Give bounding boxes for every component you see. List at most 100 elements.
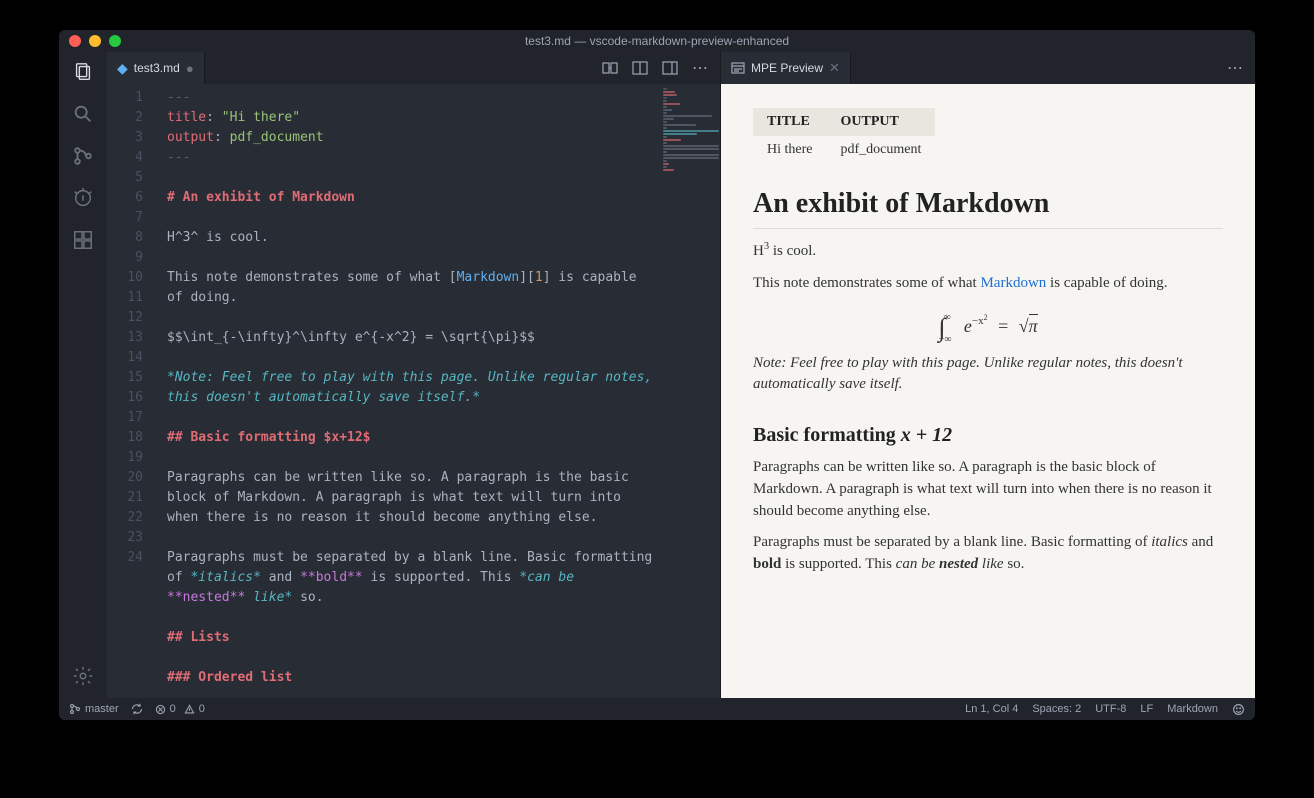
code-line[interactable]: Paragraphs can be written like so. A par… (167, 468, 660, 528)
line-number: 8 (107, 228, 143, 248)
line-number: 4 (107, 148, 143, 168)
code-line[interactable] (167, 608, 660, 628)
open-preview-side-icon[interactable] (632, 60, 648, 76)
line-number: 12 (107, 308, 143, 328)
git-sync-status[interactable] (131, 703, 143, 715)
feedback-icon[interactable] (1232, 703, 1245, 716)
explorer-icon[interactable] (71, 60, 95, 84)
code-line[interactable]: Paragraphs must be separated by a blank … (167, 548, 660, 608)
problems-status[interactable]: 0 0 (155, 703, 205, 715)
code-line[interactable] (167, 448, 660, 468)
preview-p4: Paragraphs must be separated by a blank … (753, 532, 1223, 576)
line-number: 1 (107, 88, 143, 108)
meta-th-output: OUTPUT (826, 108, 935, 136)
language-mode-status[interactable]: Markdown (1167, 703, 1218, 715)
preview-tab[interactable]: MPE Preview ✕ (721, 52, 851, 84)
line-number: 15 (107, 368, 143, 388)
preview-p2: This note demonstrates some of what Mark… (753, 273, 1223, 295)
settings-gear-icon[interactable] (71, 664, 95, 688)
code-line[interactable]: H^3^ is cool. (167, 228, 660, 248)
math-display: ∫∞−∞ e−x2 = √π (753, 309, 1223, 339)
code-line[interactable]: ## Lists (167, 628, 660, 648)
preview-pane[interactable]: TITLE OUTPUT Hi there pdf_document An ex… (721, 84, 1255, 698)
editor-tab[interactable]: ◆ test3.md ● (107, 52, 205, 84)
preview-note: Note: Feel free to play with this page. … (753, 353, 1223, 397)
code-line[interactable]: ### Ordered list (167, 668, 660, 688)
line-number: 16 (107, 388, 143, 408)
preview-h2: Basic formatting x + 12 (753, 424, 1223, 447)
line-number: 2 (107, 108, 143, 128)
close-tab-icon[interactable]: ✕ (829, 60, 840, 76)
code-line[interactable]: ## Basic formatting $x+12$ (167, 428, 660, 448)
code-line[interactable]: This note demonstrates some of what [Mar… (167, 268, 660, 308)
line-number: 21 (107, 488, 143, 508)
activity-bar (59, 52, 107, 698)
editor-tab-label: test3.md (134, 61, 180, 75)
debug-icon[interactable] (71, 186, 95, 210)
code-line[interactable]: output: pdf_document (167, 128, 660, 148)
meta-td-title: Hi there (753, 136, 826, 164)
preview-p3: Paragraphs can be written like so. A par… (753, 457, 1223, 522)
more-actions-preview-icon[interactable]: ⋯ (1227, 60, 1243, 76)
line-number: 11 (107, 288, 143, 308)
search-icon[interactable] (71, 102, 95, 126)
code-line[interactable]: *Note: Feel free to play with this page.… (167, 368, 660, 408)
minimize-window-button[interactable] (89, 35, 101, 47)
line-number: 3 (107, 128, 143, 148)
code-line[interactable]: title: "Hi there" (167, 108, 660, 128)
open-changes-icon[interactable] (602, 60, 618, 76)
preview-icon (731, 61, 745, 75)
inline-math: x + 12 (901, 424, 952, 446)
titlebar: test3.md — vscode-markdown-preview-enhan… (59, 30, 1255, 52)
zoom-window-button[interactable] (109, 35, 121, 47)
close-window-button[interactable] (69, 35, 81, 47)
eol-status[interactable]: LF (1140, 703, 1153, 715)
code-line[interactable] (167, 168, 660, 188)
status-bar: master 0 0 Ln 1, Col 4 Spaces: 2 UTF-8 L… (59, 698, 1255, 720)
code-line[interactable] (167, 408, 660, 428)
line-number: 10 (107, 268, 143, 288)
code-line[interactable] (167, 308, 660, 328)
line-number: 18 (107, 428, 143, 448)
minimap[interactable] (660, 84, 720, 698)
preview-tab-label: MPE Preview (751, 61, 823, 75)
git-branch-status[interactable]: master (69, 703, 119, 715)
code-line[interactable] (167, 208, 660, 228)
encoding-status[interactable]: UTF-8 (1095, 703, 1126, 715)
cursor-position-status[interactable]: Ln 1, Col 4 (965, 703, 1018, 715)
line-number: 22 (107, 508, 143, 528)
code-line[interactable] (167, 248, 660, 268)
line-number: 20 (107, 468, 143, 488)
preview-h1: An exhibit of Markdown (753, 188, 1223, 229)
code-line[interactable]: --- (167, 88, 660, 108)
split-editor-icon[interactable] (662, 60, 678, 76)
line-number-gutter: 123456789101112131415161718192021222324 (107, 84, 155, 698)
editor-pane[interactable]: 123456789101112131415161718192021222324 … (107, 84, 721, 698)
window-title: test3.md — vscode-markdown-preview-enhan… (59, 34, 1255, 48)
modified-indicator-icon[interactable]: ● (186, 61, 194, 76)
code-line[interactable]: --- (167, 148, 660, 168)
code-line[interactable] (167, 648, 660, 668)
indentation-status[interactable]: Spaces: 2 (1032, 703, 1081, 715)
source-control-icon[interactable] (71, 144, 95, 168)
markdown-file-icon: ◆ (117, 60, 128, 77)
markdown-link[interactable]: Markdown (980, 275, 1046, 291)
line-number: 17 (107, 408, 143, 428)
code-line[interactable]: $$\int_{-\infty}^\infty e^{-x^2} = \sqrt… (167, 328, 660, 348)
line-number: 24 (107, 548, 143, 568)
more-actions-icon[interactable]: ⋯ (692, 60, 708, 76)
line-number: 9 (107, 248, 143, 268)
line-number: 19 (107, 448, 143, 468)
app-window: test3.md — vscode-markdown-preview-enhan… (59, 30, 1255, 720)
extensions-icon[interactable] (71, 228, 95, 252)
traffic-lights (69, 35, 121, 47)
tabs-row: ◆ test3.md ● ⋯ MPE Preview (107, 52, 1255, 84)
line-number: 6 (107, 188, 143, 208)
line-number: 23 (107, 528, 143, 548)
line-number: 5 (107, 168, 143, 188)
code-line[interactable] (167, 528, 660, 548)
code-line[interactable] (167, 348, 660, 368)
code-area[interactable]: ---title: "Hi there"output: pdf_document… (155, 84, 660, 698)
code-line[interactable]: # An exhibit of Markdown (167, 188, 660, 208)
preview-p1: H3 is cool. (753, 239, 1223, 263)
